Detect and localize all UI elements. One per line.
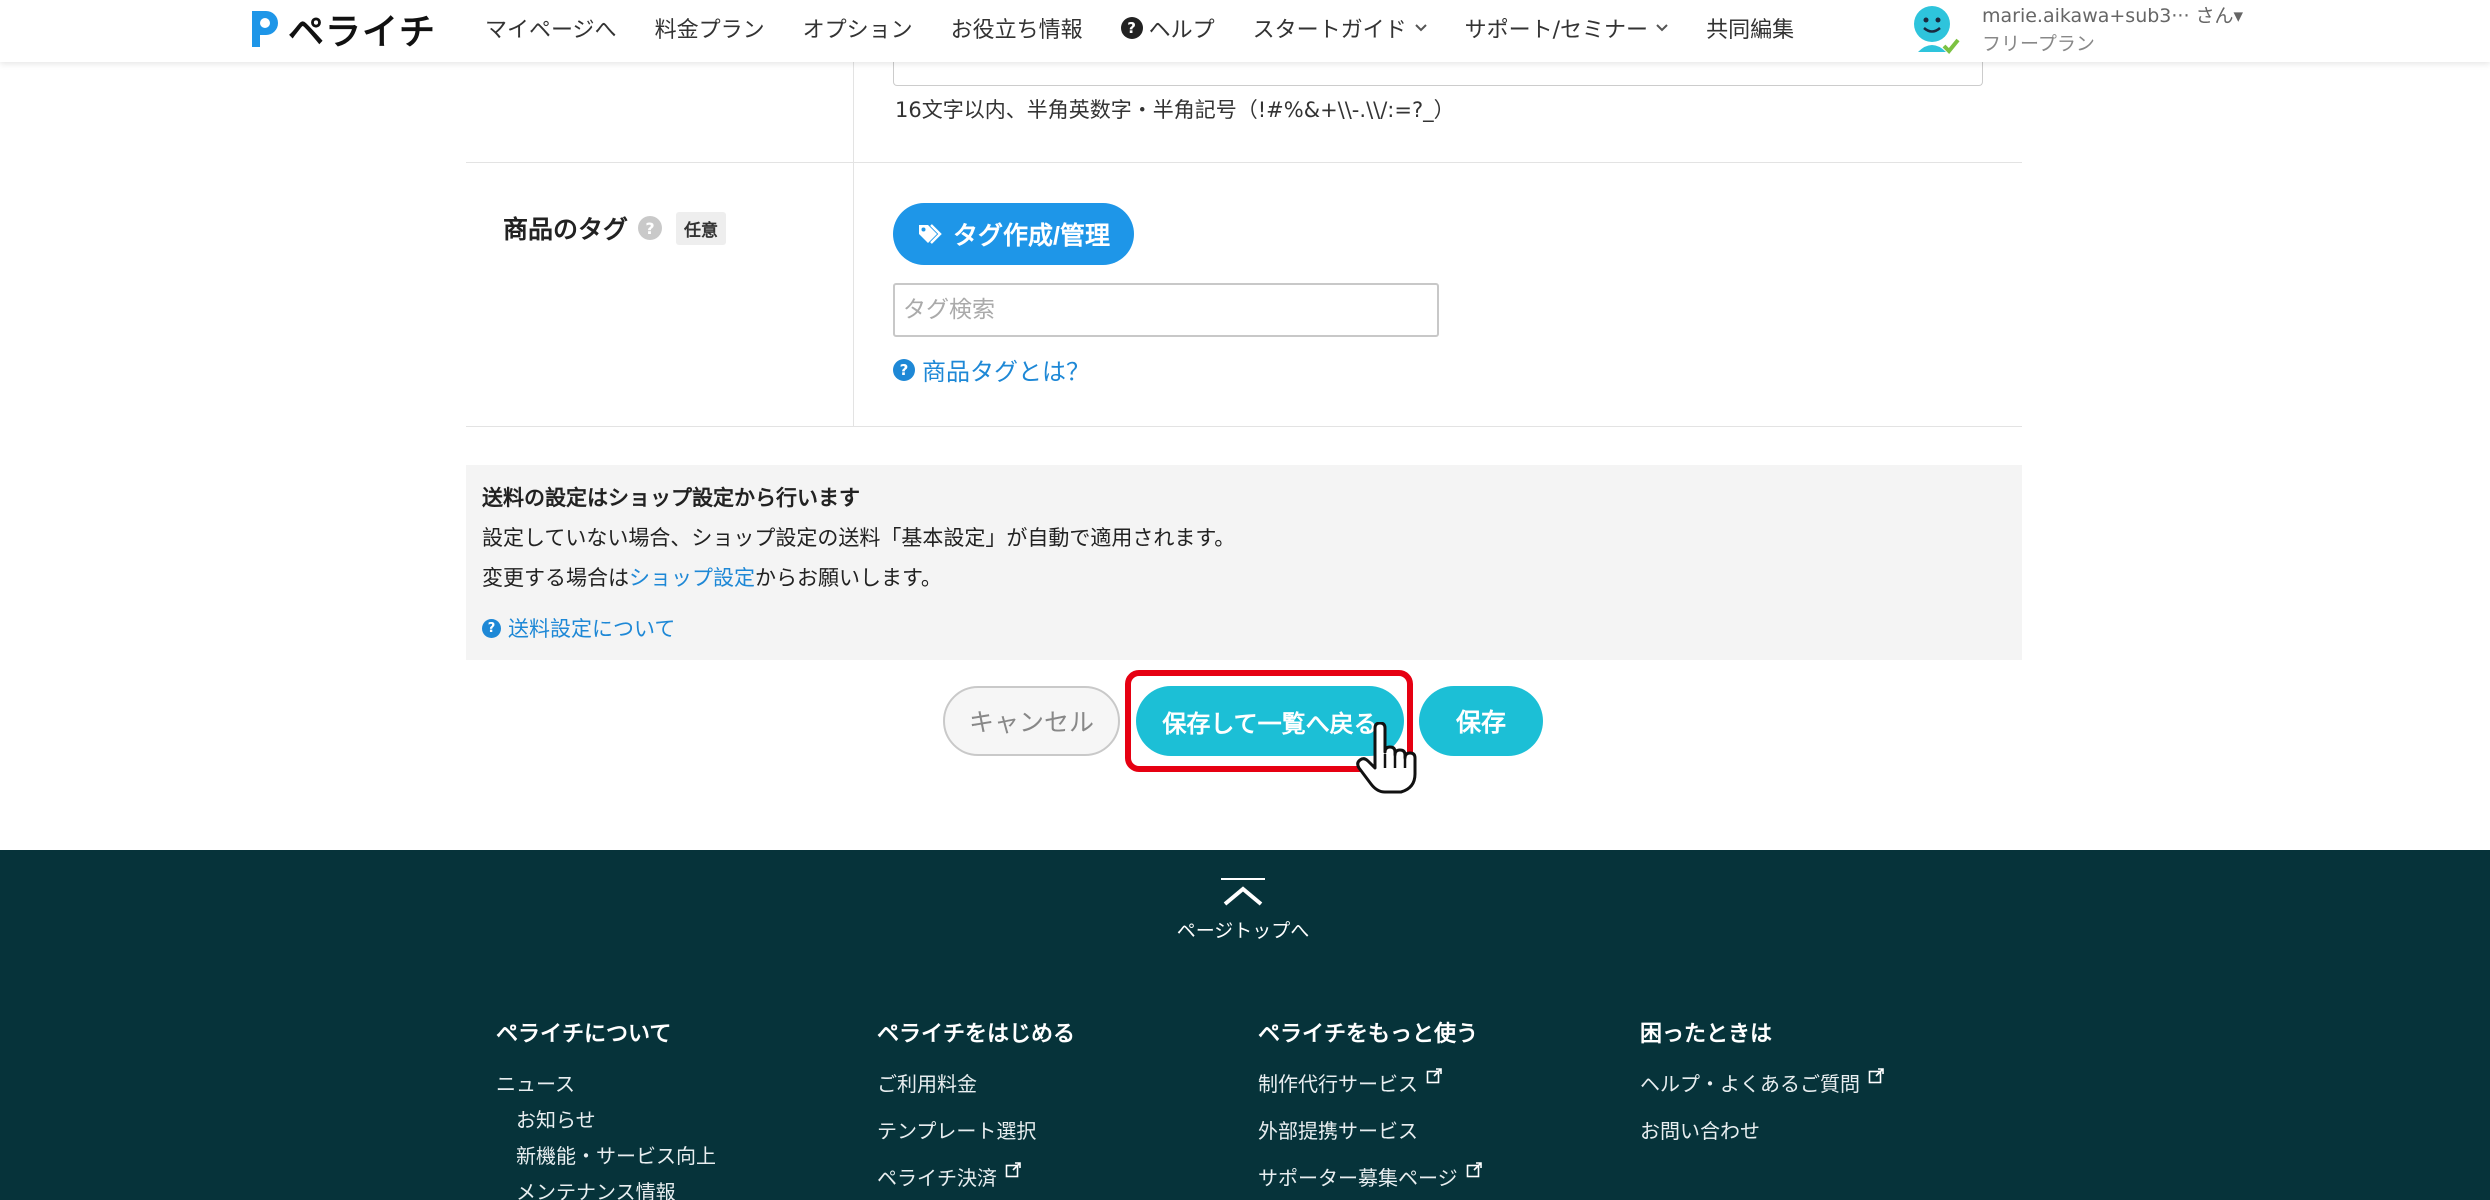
nav-help[interactable]: ? ヘルプ [1120,12,1215,44]
nav-support-seminar[interactable]: サポート/セミナー [1465,12,1668,44]
footer-link-label: お問い合わせ [1640,1119,1760,1143]
chevron-down-icon [1656,20,1668,36]
nav-tips[interactable]: お役立ち情報 [951,12,1083,44]
notice-line-1: 設定していない場合、ショップ設定の送料「基本設定」が自動で適用されます。 [482,526,1236,550]
cancel-button[interactable]: キャンセル [943,686,1120,756]
footer-link-supporter-recruit[interactable]: サポーター募集ページ [1258,1162,1482,1200]
footer-link-label: 外部提携サービス [1258,1119,1418,1143]
tag-manage-label: タグ作成/管理 [953,222,1110,250]
logo[interactable]: ペライチ [248,4,436,54]
footer-column-start: ペライチをはじめる ご利用料金 テンプレート選択 ペライチ決済 [877,1016,1075,1200]
nav-pricing[interactable]: 料金プラン [655,12,765,44]
site-footer: ページトップへ ペライチについて ニュース お知らせ 新機能・サービス向上 メン… [0,850,2490,1200]
external-link-icon [1868,1068,1884,1084]
user-info: marie.aikawa+sub3··· さん▾ フリープラン [1982,2,2243,58]
nav-options[interactable]: オプション [803,12,913,44]
shipping-notice: 送料の設定はショップ設定から行います 設定していない場合、ショップ設定の送料「基… [466,465,2022,660]
nav-label: サポート/セミナー [1464,18,1649,43]
notice-title: 送料の設定はショップ設定から行います [482,486,860,510]
footer-link-payments[interactable]: ペライチ決済 [877,1162,1075,1200]
footer-link-partner-services[interactable]: 外部提携サービス [1258,1115,1482,1162]
footer-link-label: ヘルプ・よくあるご質問 [1640,1072,1860,1096]
footer-link-label: 新機能・サービス向上 [516,1144,716,1168]
footer-link-label: メンテナンス情報 [516,1180,676,1200]
nav-label: 料金プラン [654,18,765,43]
row-divider [466,162,2022,163]
external-link-icon [1005,1162,1021,1178]
footer-column-more: ペライチをもっと使う 制作代行サービス 外部提携サービス サポーター募集ページ [1258,1016,1482,1200]
page-top-label: ページトップへ [1176,920,1310,942]
question-icon: ? [482,618,501,638]
external-link-icon [1466,1162,1482,1178]
nav-label: 共同編集 [1706,18,1795,43]
form-column-divider [853,62,854,426]
password-hint: 16文字以内、半角英数字・半角記号（!#%&+\\-.\\/:=?_） [895,98,1455,122]
footer-link-news[interactable]: ニュース [496,1068,716,1104]
shipping-help-link[interactable]: ? 送料設定について [482,613,675,643]
footer-link-faq[interactable]: ヘルプ・よくあるご質問 [1640,1068,1884,1115]
footer-link-label: ニュース [496,1072,575,1096]
footer-link-templates[interactable]: テンプレート選択 [877,1115,1075,1162]
tag-label: 商品のタグ [503,215,629,244]
save-button[interactable]: 保存 [1419,686,1543,756]
footer-link-maintenance[interactable]: メンテナンス情報 [496,1176,716,1200]
tag-manage-button[interactable]: タグ作成/管理 [893,203,1134,265]
user-name: marie.aikawa+sub3··· さん▾ [1982,5,2244,27]
chevron-down-icon [1414,20,1427,36]
user-menu[interactable]: marie.aikawa+sub3··· さん▾ フリープラン [1910,2,2243,58]
tags-icon [917,223,943,245]
footer-link-production-service[interactable]: 制作代行サービス [1258,1068,1482,1115]
page-top-line [1221,878,1265,880]
footer-column-title: 困ったときは [1640,1022,1773,1047]
footer-column-about: ペライチについて ニュース お知らせ 新機能・サービス向上 メンテナンス情報 [496,1016,716,1200]
footer-link-label: テンプレート選択 [877,1119,1037,1143]
footer-column-title: ペライチをもっと使う [1258,1022,1479,1047]
shipping-help-label: 送料設定について [508,617,676,641]
hand-pointer-icon [1355,721,1419,794]
tag-field-label: 商品のタグ ? 任意 [503,210,727,246]
notice-line-2-prefix: 変更する場合は [482,566,629,590]
user-plan: フリープラン [1982,33,2095,55]
footer-link-pricing[interactable]: ご利用料金 [877,1068,1075,1115]
footer-column-title: ペライチについて [496,1022,672,1047]
logo-text: ペライチ [288,12,437,53]
nav-label: お役立ち情報 [950,18,1083,43]
footer-link-label: お知らせ [516,1108,596,1132]
question-icon[interactable]: ? [638,216,663,240]
shop-settings-link[interactable]: ショップ設定 [629,566,755,590]
main-nav: マイページへ 料金プラン オプション お役立ち情報 ? ヘルプ スタートガイド … [485,12,1832,44]
optional-badge: 任意 [676,211,727,245]
external-link-icon [1426,1068,1442,1084]
nav-label: スタートガイド [1252,18,1407,43]
nav-mypage[interactable]: マイページへ [485,12,617,44]
footer-link-contact[interactable]: お問い合わせ [1640,1115,1884,1162]
footer-column-title: ペライチをはじめる [877,1022,1076,1047]
nav-co-edit[interactable]: 共同編集 [1706,12,1794,44]
tag-help-link[interactable]: ? 商品タグとは？ [893,352,1090,387]
tag-search-input[interactable] [893,283,1439,337]
logo-icon [248,7,280,51]
nav-start-guide[interactable]: スタートガイド [1253,12,1427,44]
footer-link-label: ペライチ決済 [877,1166,997,1190]
avatar [1910,2,1960,56]
row-divider [466,426,2022,427]
nav-label: マイページへ [485,18,617,43]
help-icon: ? [1120,17,1143,39]
notice-line-2: 変更する場合はショップ設定からお願いします。 [482,562,942,592]
footer-link-new-features[interactable]: 新機能・サービス向上 [496,1140,716,1176]
tag-help-label: 商品タグとは？ [922,358,1090,386]
footer-link-label: 制作代行サービス [1258,1072,1418,1096]
footer-link-notices[interactable]: お知らせ [496,1104,716,1140]
chevron-up-icon [1221,884,1265,908]
nav-label: オプション [802,18,913,43]
footer-column-help: 困ったときは ヘルプ・よくあるご質問 お問い合わせ [1640,1016,1884,1162]
page-top-link[interactable]: ページトップへ [1175,878,1311,943]
footer-link-label: サポーター募集ページ [1258,1166,1458,1190]
notice-line-2-suffix: からお願いします。 [755,566,942,590]
nav-label: ヘルプ [1148,18,1215,43]
site-header: ペライチ マイページへ 料金プラン オプション お役立ち情報 ? ヘルプ スター… [0,0,2490,62]
footer-link-label: ご利用料金 [877,1072,977,1096]
question-icon: ? [893,358,915,381]
